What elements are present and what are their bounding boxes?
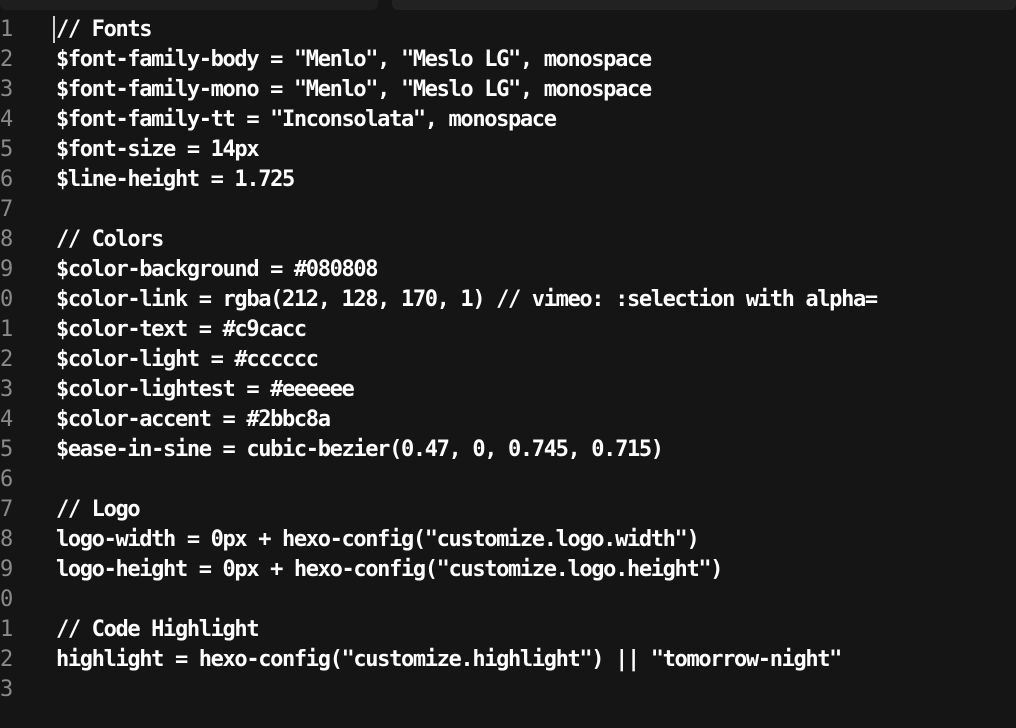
- line-number-gutter: 1 2 3 4 5 6 7 8 9 0 1 2 3 4 5 6 7 8 9 0 …: [0, 15, 20, 728]
- code-line[interactable]: $color-accent = #2bbc8a: [56, 405, 1016, 435]
- line-number: 2: [0, 47, 14, 72]
- line-number: 7: [0, 497, 14, 522]
- line-number: 3: [0, 377, 14, 402]
- code-line[interactable]: // Fonts: [56, 15, 1016, 45]
- code-line[interactable]: $font-family-body = "Menlo", "Meslo LG",…: [56, 45, 1016, 75]
- line-number: 9: [0, 257, 14, 282]
- line-number: 1: [0, 17, 14, 42]
- line-number: 2: [0, 347, 14, 372]
- text-cursor: [53, 16, 55, 43]
- code-line[interactable]: // Logo: [56, 495, 1016, 525]
- code-line[interactable]: $color-lightest = #eeeeee: [56, 375, 1016, 405]
- code-editor[interactable]: 1 2 3 4 5 6 7 8 9 0 1 2 3 4 5 6 7 8 9 0 …: [0, 0, 1016, 728]
- line-number: 2: [0, 647, 14, 672]
- code-line[interactable]: $color-light = #cccccc: [56, 345, 1016, 375]
- code-line[interactable]: $color-link = rgba(212, 128, 170, 1) // …: [56, 285, 1016, 315]
- editor-tab[interactable]: [0, 0, 378, 10]
- line-number: 0: [0, 587, 14, 612]
- code-line[interactable]: $ease-in-sine = cubic-bezier(0.47, 0, 0.…: [56, 435, 1016, 465]
- code-line[interactable]: $font-family-mono = "Menlo", "Meslo LG",…: [56, 75, 1016, 105]
- code-line[interactable]: // Colors: [56, 225, 1016, 255]
- line-number: 0: [0, 287, 14, 312]
- line-number: 6: [0, 167, 14, 192]
- code-line[interactable]: $color-text = #c9cacc: [56, 315, 1016, 345]
- line-number: 7: [0, 197, 14, 222]
- line-number: 1: [0, 617, 14, 642]
- line-number: 6: [0, 467, 14, 492]
- code-line[interactable]: [56, 195, 1016, 225]
- code-line[interactable]: highlight = hexo-config("customize.highl…: [56, 645, 1016, 675]
- code-line[interactable]: logo-height = 0px + hexo-config("customi…: [56, 555, 1016, 585]
- line-number: 8: [0, 227, 14, 252]
- code-line[interactable]: $color-background = #080808: [56, 255, 1016, 285]
- code-line[interactable]: $font-family-tt = "Inconsolata", monospa…: [56, 105, 1016, 135]
- editor-tab[interactable]: [392, 0, 1016, 10]
- code-line[interactable]: [56, 585, 1016, 615]
- code-line[interactable]: // Code Highlight: [56, 615, 1016, 645]
- code-content[interactable]: // Fonts $font-family-body = "Menlo", "M…: [56, 15, 1016, 728]
- code-line[interactable]: $line-height = 1.725: [56, 165, 1016, 195]
- code-line[interactable]: logo-width = 0px + hexo-config("customiz…: [56, 525, 1016, 555]
- line-number: 5: [0, 437, 14, 462]
- code-line[interactable]: [56, 465, 1016, 495]
- code-line[interactable]: $font-size = 14px: [56, 135, 1016, 165]
- line-number: 3: [0, 677, 14, 702]
- line-number: 8: [0, 527, 14, 552]
- line-number: 1: [0, 317, 14, 342]
- tab-strip: [0, 0, 1016, 12]
- line-number: 4: [0, 107, 14, 132]
- line-number: 9: [0, 557, 14, 582]
- line-number: 3: [0, 77, 14, 102]
- line-number: 4: [0, 407, 14, 432]
- code-line[interactable]: [56, 675, 1016, 705]
- line-number: 5: [0, 137, 14, 162]
